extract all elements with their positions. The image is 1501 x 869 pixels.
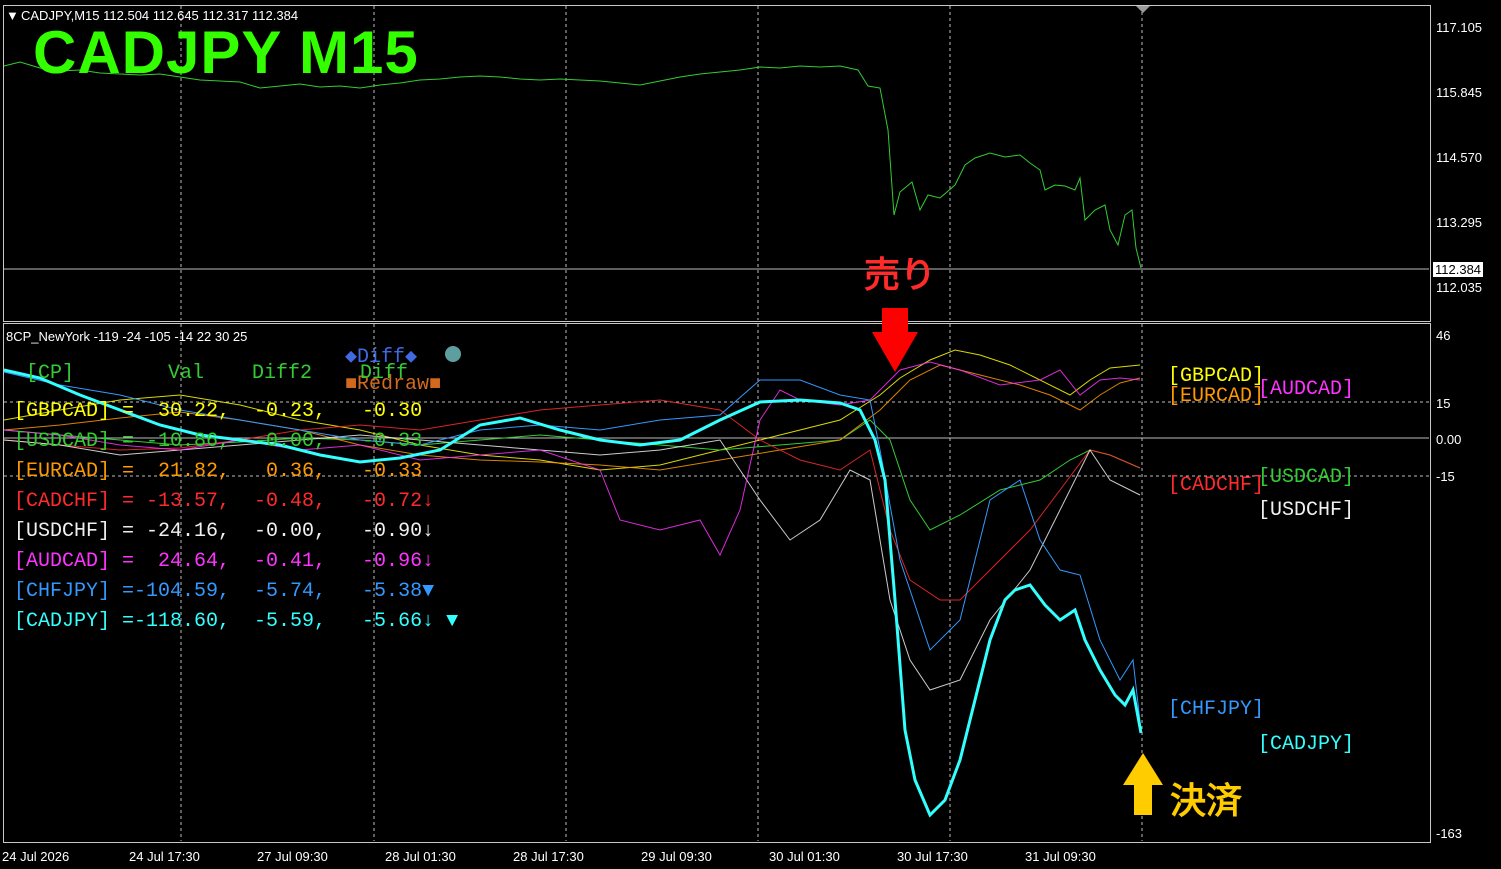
legend-cadchf: [CADCHF]: [1168, 474, 1265, 497]
table-row: [CHFJPY] =-104.59, -5.74, -5.38▼: [14, 580, 435, 603]
price-axis-label: 113.295: [1436, 215, 1483, 230]
table-row: [USDCHF] = -24.16, -0.00, -0.90↓: [14, 520, 435, 543]
time-axis-label: 31 Jul 09:30: [1025, 849, 1096, 864]
table-row: [CADCHF] = -13.57, -0.48, -0.72↓: [14, 490, 435, 513]
table-header-diff2: Diff2: [252, 362, 313, 385]
sell-annotation: 売り: [864, 254, 937, 295]
circle-icon: [445, 346, 461, 362]
time-axis-label: 30 Jul 01:30: [769, 849, 840, 864]
table-header-diff: Diff: [360, 362, 409, 385]
table-header-cp: [CP]: [26, 362, 75, 385]
time-axis-label: 28 Jul 17:30: [513, 849, 584, 864]
legend-chfjpy: [CHFJPY]: [1168, 698, 1265, 721]
sell-arrow-icon: [872, 308, 918, 372]
table-row: [AUDCAD] = 24.64, -0.41, -0.96↓: [14, 550, 435, 573]
indicator-axis-label: 15: [1436, 396, 1451, 411]
scroll-marker-icon: [1136, 6, 1150, 13]
settle-arrow-icon: [1123, 753, 1163, 815]
table-row: [CADJPY] =-118.60, -5.59, -5.66↓ ▼: [14, 610, 459, 633]
settle-annotation: 決済: [1170, 780, 1243, 821]
indicator-axis-label: 46: [1436, 328, 1451, 343]
table-row: [GBPCAD] = 30.22, -0.23, -0.30: [14, 400, 423, 423]
price-axis-label: 115.845: [1436, 85, 1483, 100]
indicator-axis-label: -163: [1436, 826, 1463, 841]
legend-eurcad: [EURCAD]: [1168, 385, 1265, 408]
time-axis-label: 28 Jul 01:30: [385, 849, 456, 864]
time-axis-label: 30 Jul 17:30: [897, 849, 968, 864]
table-row: [USDCAD] = -10.86, -0.00, -0.33: [14, 430, 423, 453]
indicator-axis-label: 0.00: [1436, 432, 1462, 447]
price-axis-label: 117.105: [1436, 20, 1483, 35]
time-axis-label: 27 Jul 09:30: [257, 849, 328, 864]
table-header-val: Val: [168, 362, 205, 385]
symbol-title: CADJPY M15: [33, 19, 419, 86]
table-row: [EURCAD] = 21.82, 0.36, -0.33: [14, 460, 423, 483]
time-axis-label: 29 Jul 09:30: [641, 849, 712, 864]
price-axis-label: 112.035: [1436, 280, 1483, 295]
legend-audcad: [AUDCAD]: [1258, 378, 1355, 401]
legend-usdchf: [USDCHF]: [1258, 499, 1355, 522]
legend-usdcad: [USDCAD]: [1258, 466, 1355, 489]
indicator-axis-label: -15: [1436, 469, 1455, 484]
current-price-label: 112.384: [1433, 262, 1484, 277]
time-axis-label: 24 Jul 2026: [2, 849, 70, 864]
indicator-header: 8CP_NewYork -119 -24 -105 -14 22 30 25: [6, 329, 248, 344]
price-series-line: [3, 61, 1142, 269]
legend-cadjpy: [CADJPY]: [1258, 733, 1355, 756]
chart-menu-icon[interactable]: ▼: [6, 8, 19, 23]
price-axis-label: 114.570: [1436, 150, 1483, 165]
time-axis-label: 24 Jul 17:30: [129, 849, 200, 864]
